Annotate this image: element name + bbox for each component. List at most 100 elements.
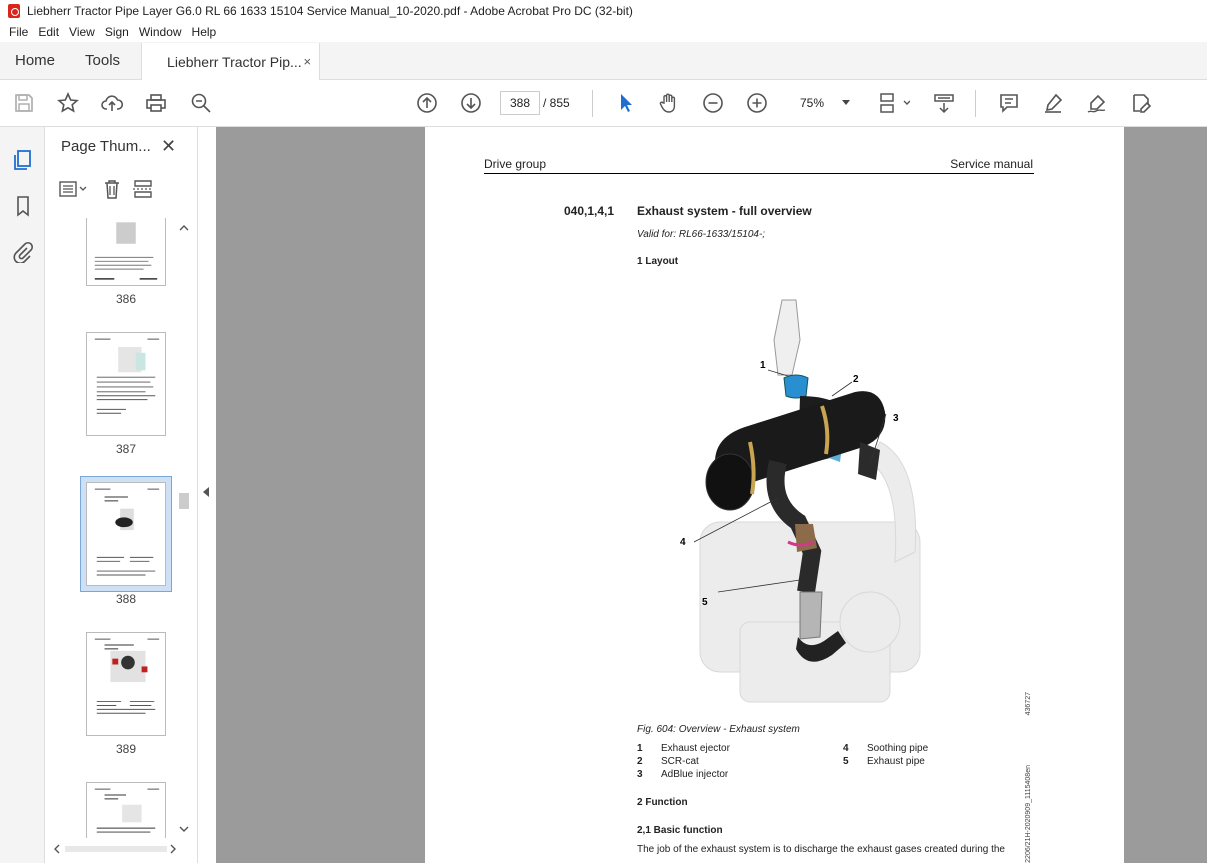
hand-tool-icon[interactable] [656, 90, 682, 116]
panel-tools [59, 177, 153, 201]
cloud-upload-icon[interactable] [99, 90, 125, 116]
zoom-search-icon[interactable] [188, 90, 214, 116]
legend-text: Exhaust ejector [661, 743, 730, 754]
next-page-icon[interactable] [458, 90, 484, 116]
page-thumbnails-icon[interactable] [10, 147, 36, 173]
thumbnail-scrollbar[interactable] [175, 218, 193, 838]
legend-number: 5 [843, 756, 849, 767]
callout-5: 5 [702, 597, 708, 608]
page-thumbnail-selected[interactable] [86, 482, 166, 586]
chevron-down-icon [842, 100, 850, 105]
comment-icon[interactable] [996, 90, 1022, 116]
acrobat-pdf-icon [8, 4, 20, 18]
panel-title: Page Thum... [61, 138, 151, 155]
header-rule [484, 173, 1034, 174]
document-viewer: Drive group Service manual 040,1,4,1 Exh… [216, 127, 1207, 863]
valid-for-text: Valid for: RL66-1633/15104-; [637, 229, 766, 240]
attachment-icon[interactable] [10, 239, 36, 265]
page-fit-icon[interactable] [876, 90, 912, 116]
thumbnail-label: 389 [115, 742, 137, 756]
menu-window[interactable]: Window [134, 25, 187, 39]
tab-document-label: Liebherr Tractor Pip... [167, 53, 302, 70]
horizontal-scrollbar[interactable] [53, 843, 183, 855]
page-number-input[interactable]: 388 [500, 91, 540, 115]
page-thumbnail[interactable] [86, 782, 166, 838]
menu-help[interactable]: Help [187, 25, 222, 39]
section-number: 040,1,4,1 [564, 204, 615, 218]
zoom-in-icon[interactable] [744, 90, 770, 116]
function-heading: 2 Function [637, 797, 688, 808]
left-nav-rail [0, 127, 45, 863]
legend-item: 2 SCR-cat [637, 755, 730, 768]
legend-item: 3 AdBlue injector [637, 768, 730, 781]
legend-right: 4 Soothing pipe 5 Exhaust pipe [843, 742, 928, 768]
toolbar: 388 / 855 75% [0, 80, 1207, 127]
legend-number: 2 [637, 756, 643, 767]
image-id-code: 436727 [1025, 692, 1032, 716]
tab-tools[interactable]: Tools [70, 42, 135, 79]
edit-pdf-icon[interactable] [1128, 90, 1154, 116]
layout-heading: 1 Layout [637, 256, 679, 267]
menu-view[interactable]: View [64, 25, 100, 39]
tab-document[interactable]: Liebherr Tractor Pip... × [141, 43, 321, 80]
sign-pen-icon[interactable] [1084, 90, 1110, 116]
basic-function-heading: 2,1 Basic function [637, 825, 723, 836]
legend-number: 4 [843, 743, 849, 754]
thumbnail-options-icon[interactable] [59, 180, 89, 198]
menu-bar: File Edit View Sign Window Help [0, 22, 1207, 42]
page-header-left: Drive group [484, 157, 547, 171]
legend-number: 3 [637, 769, 643, 780]
page-thumbnails-panel: Page Thum... ✕ 386 387 388 389 [45, 127, 198, 863]
page-thumbnail[interactable] [86, 332, 166, 436]
legend-item: 1 Exhaust ejector [637, 742, 730, 755]
legend-item: 5 Exhaust pipe [843, 755, 928, 768]
callout-4: 4 [680, 537, 686, 548]
page-header-right: Service manual [950, 157, 1033, 171]
previous-page-icon[interactable] [414, 90, 440, 116]
legend-text: SCR-cat [661, 756, 699, 767]
bookmark-icon[interactable] [10, 193, 36, 219]
thumbnail-label: 388 [115, 592, 137, 606]
print-icon[interactable] [143, 90, 169, 116]
zoom-out-icon[interactable] [700, 90, 726, 116]
legend-text: Soothing pipe [867, 743, 929, 754]
page-total: / 855 [543, 96, 570, 110]
page-layout-icon[interactable] [133, 179, 153, 199]
legend-text: AdBlue injector [661, 769, 729, 780]
zoom-level-select[interactable]: 75% [786, 91, 854, 115]
thumbnail-label: 386 [115, 292, 137, 306]
viewer-right-margin [1124, 127, 1207, 863]
select-cursor-icon[interactable] [613, 90, 639, 116]
figure-caption: Fig. 604: Overview - Exhaust system [637, 724, 800, 735]
legend-left: 1 Exhaust ejector 2 SCR-cat 3 AdBlue inject… [637, 742, 730, 781]
delete-page-icon[interactable] [103, 179, 121, 199]
title-bar: Liebherr Tractor Pipe Layer G6.0 RL 66 1… [0, 0, 1207, 22]
menu-sign[interactable]: Sign [100, 25, 134, 39]
pdf-page: Drive group Service manual 040,1,4,1 Exh… [425, 127, 1124, 863]
scroll-mode-icon[interactable] [931, 90, 957, 116]
toolbar-divider [975, 90, 976, 117]
window-title: Liebherr Tractor Pipe Layer G6.0 RL 66 1… [27, 4, 633, 18]
thumbnail-label: 387 [115, 442, 137, 456]
tab-bar: Home Tools Liebherr Tractor Pip... × [0, 42, 1207, 80]
zoom-level-value: 75% [800, 96, 825, 110]
collapse-panel-icon[interactable] [203, 487, 209, 497]
close-panel-icon[interactable]: ✕ [161, 136, 176, 157]
legend-text: Exhaust pipe [867, 756, 925, 767]
menu-file[interactable]: File [4, 25, 33, 39]
toolbar-divider [592, 90, 593, 117]
page-thumbnail[interactable] [86, 632, 166, 736]
tab-home[interactable]: Home [0, 42, 70, 79]
legend-number: 1 [637, 743, 643, 754]
exhaust-system-illustration: 1 2 3 4 5 [680, 299, 921, 703]
callout-1: 1 [760, 360, 766, 371]
section-title: Exhaust system - full overview [637, 204, 812, 218]
callout-2: 2 [853, 374, 859, 385]
save-icon[interactable] [11, 90, 37, 116]
thumbnail-list: 386 387 388 389 [45, 218, 185, 838]
page-thumbnail[interactable] [86, 218, 166, 286]
menu-edit[interactable]: Edit [33, 25, 64, 39]
highlight-pen-icon[interactable] [1040, 90, 1066, 116]
star-icon[interactable] [55, 90, 81, 116]
close-tab-icon[interactable]: × [303, 54, 311, 69]
